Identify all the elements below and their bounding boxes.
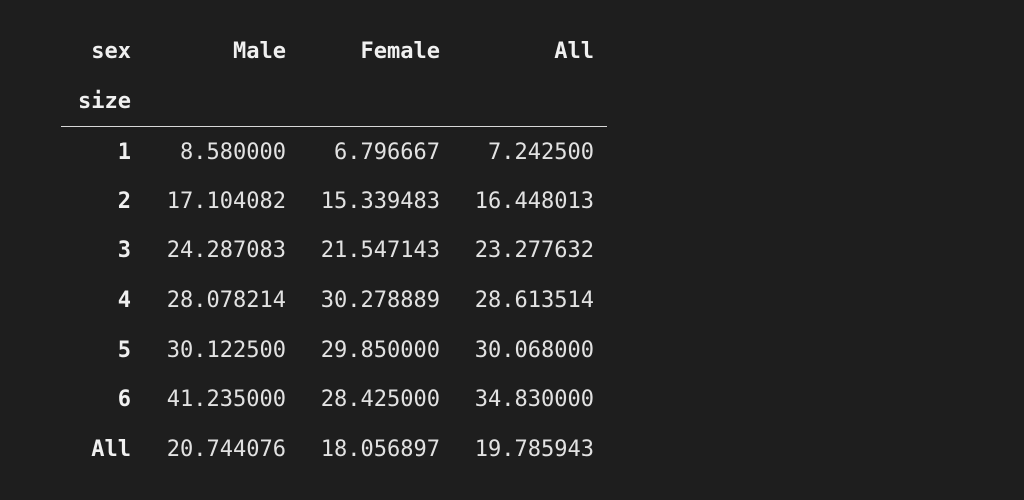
table-cell: 28.613514 — [474, 288, 594, 313]
column-header-male: Male — [233, 39, 286, 64]
table-cell: 24.287083 — [166, 238, 286, 263]
table-cell: 41.235000 — [166, 387, 286, 412]
table-cell: 20.744076 — [166, 437, 286, 462]
table-cell: 18.056897 — [320, 437, 440, 462]
table-cell: 28.425000 — [320, 387, 440, 412]
table-cell: 23.277632 — [474, 238, 594, 263]
columns-name-label: sex — [91, 39, 131, 64]
table-cell: 6.796667 — [334, 140, 440, 165]
table-cell: 34.830000 — [474, 387, 594, 412]
table-cell: 21.547143 — [320, 238, 440, 263]
index-name-label: size — [78, 89, 131, 114]
row-index-all: All — [91, 437, 131, 462]
table-cell: 15.339483 — [320, 189, 440, 214]
table-cell: 8.580000 — [180, 140, 286, 165]
column-header-female: Female — [360, 39, 440, 64]
row-index: 5 — [117, 338, 131, 363]
table-cell: 17.104082 — [166, 189, 286, 214]
table-cell: 7.242500 — [488, 140, 594, 165]
table-cell: 30.068000 — [474, 338, 594, 363]
column-header-all: All — [554, 39, 594, 64]
pivot-table: sex Male Female All size 1 8.580000 6.79… — [0, 0, 1024, 500]
row-index: 3 — [117, 238, 131, 263]
table-cell: 30.122500 — [166, 338, 286, 363]
table-cell: 16.448013 — [474, 189, 594, 214]
row-index: 2 — [117, 189, 131, 214]
row-index: 1 — [117, 140, 131, 165]
row-index: 6 — [117, 387, 131, 412]
table-cell: 28.078214 — [166, 288, 286, 313]
table-cell: 30.278889 — [320, 288, 440, 313]
header-divider — [61, 126, 607, 127]
table-cell: 29.850000 — [320, 338, 440, 363]
row-index: 4 — [117, 288, 131, 313]
table-cell: 19.785943 — [474, 437, 594, 462]
